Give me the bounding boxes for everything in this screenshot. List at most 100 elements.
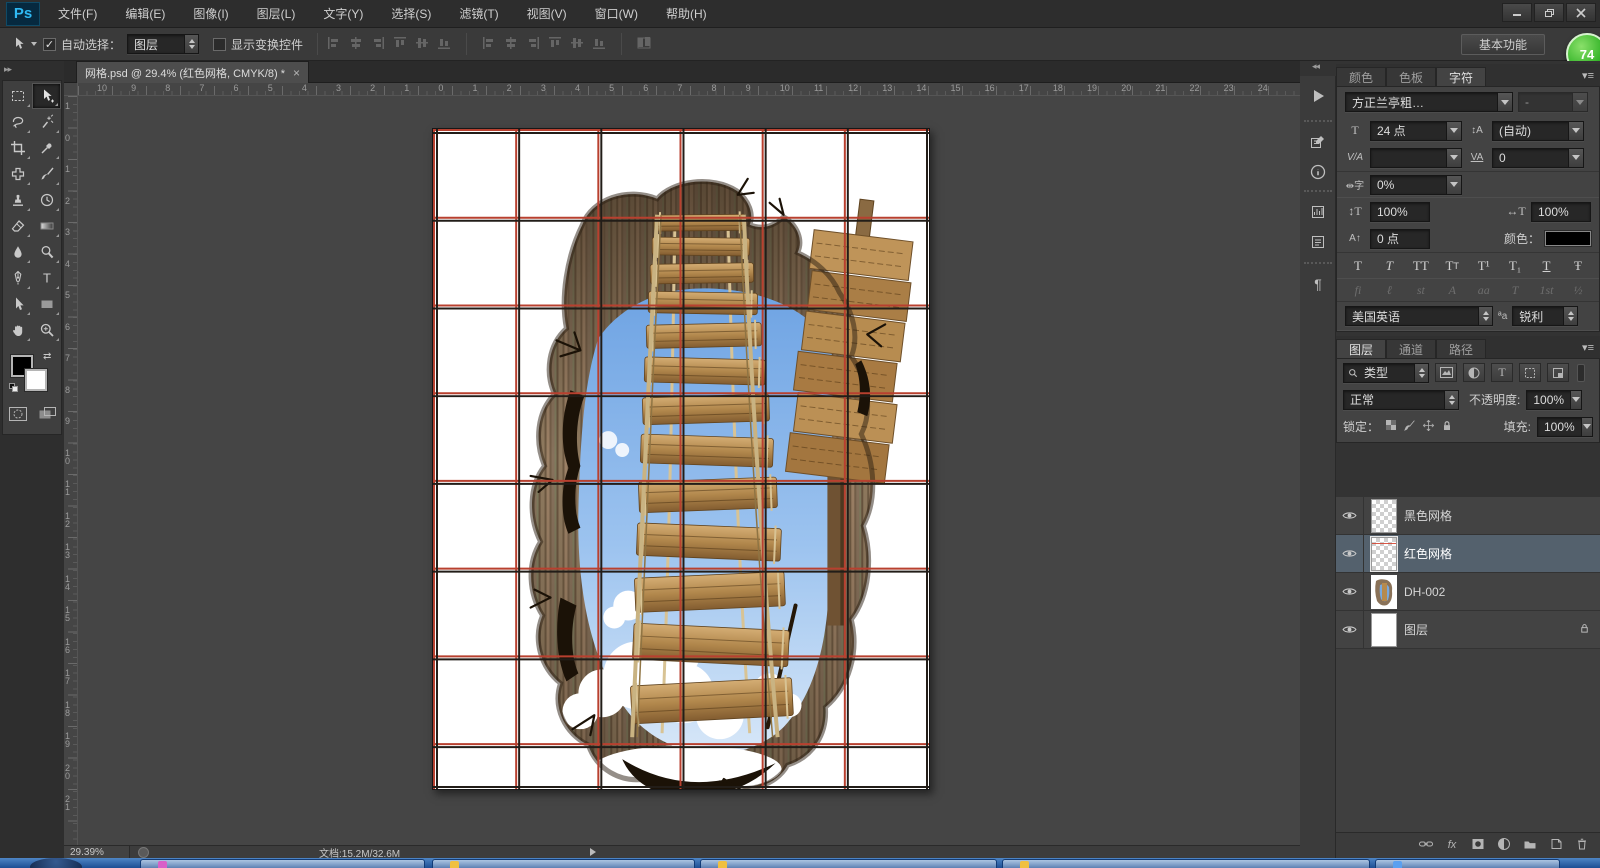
layer-row-DH-002[interactable]: DH-002 — [1336, 573, 1600, 611]
menu-item-9[interactable]: 帮助(H) — [652, 0, 721, 27]
leading-dropdown[interactable]: (自动) — [1492, 121, 1584, 141]
horizontal-scale-field[interactable]: 100% — [1531, 202, 1591, 222]
menu-item-5[interactable]: 选择(S) — [377, 0, 445, 27]
taskbar-window-button-4[interactable] — [1375, 859, 1560, 868]
type-style-button-7[interactable]: Ŧ — [1565, 256, 1591, 276]
auto-align-icon[interactable] — [636, 35, 652, 54]
anti-alias-dropdown[interactable]: 锐利 — [1512, 306, 1578, 326]
quick-mask-button[interactable] — [7, 405, 29, 426]
path-selection-tool[interactable] — [3, 291, 32, 317]
type-style-button-0[interactable]: T — [1345, 256, 1371, 276]
font-style-dropdown[interactable]: - — [1518, 92, 1588, 112]
layer-thumbnail[interactable] — [1371, 575, 1397, 609]
screen-mode-button[interactable] — [36, 405, 58, 426]
layers-panel-menu-icon[interactable]: ▾≡ — [1582, 341, 1594, 354]
hand-tool[interactable] — [3, 317, 32, 343]
magic-wand-tool[interactable] — [32, 109, 61, 135]
distribute-vertical-center-icon[interactable] — [503, 35, 519, 54]
layer-style-icon[interactable]: fx — [1444, 836, 1460, 855]
delete-layer-icon[interactable] — [1574, 836, 1590, 855]
menu-item-4[interactable]: 文字(Y) — [309, 0, 377, 27]
font-size-dropdown[interactable]: 24 点 — [1370, 121, 1462, 141]
taskbar-window-button-3[interactable] — [1002, 859, 1370, 868]
text-color-swatch[interactable] — [1545, 231, 1591, 246]
rectangular-marquee-tool[interactable] — [3, 83, 32, 109]
filter-adjustment-layers-icon[interactable] — [1463, 363, 1485, 382]
vertical-scale-field[interactable]: 100% — [1370, 202, 1430, 222]
swap-colors-icon[interactable]: ⇄ — [43, 351, 51, 362]
distribute-horizontal-center-icon[interactable] — [569, 35, 585, 54]
opentype-button-6[interactable]: 1st — [1534, 281, 1560, 299]
taskbar-window-button-1[interactable] — [432, 859, 695, 868]
filter-type-layers-icon[interactable]: T — [1491, 363, 1513, 382]
zoom-level-field[interactable]: 29.39% — [64, 846, 130, 859]
opentype-button-5[interactable]: T — [1502, 281, 1528, 299]
kerning-dropdown[interactable] — [1370, 148, 1462, 168]
document-canvas[interactable] — [432, 128, 930, 790]
history-brush-tool[interactable] — [32, 187, 61, 213]
layer-thumbnail[interactable] — [1371, 537, 1397, 571]
zoom-tool[interactable] — [32, 317, 61, 343]
tab-close-icon[interactable]: × — [293, 66, 300, 80]
layer-name[interactable]: 黑色网格 — [1404, 507, 1600, 524]
adjustment-layer-icon[interactable] — [1496, 836, 1512, 855]
layer-name[interactable]: DH-002 — [1404, 585, 1600, 599]
lock-all-icon[interactable] — [1441, 419, 1453, 435]
menu-item-1[interactable]: 编辑(E) — [111, 0, 179, 27]
minimize-button[interactable] — [1502, 3, 1532, 22]
distribute-left-icon[interactable] — [547, 35, 563, 54]
gradient-tool[interactable] — [32, 213, 61, 239]
distribute-top-icon[interactable] — [481, 35, 497, 54]
auto-select-checkbox[interactable]: ✓ — [43, 38, 56, 51]
lock-position-icon[interactable] — [1422, 419, 1435, 435]
document-tab[interactable]: 网格.psd @ 29.4% (红色网格, CMYK/8) * × — [76, 61, 309, 83]
layer-visibility-toggle[interactable] — [1336, 497, 1364, 534]
pen-tool[interactable] — [3, 265, 32, 291]
lasso-tool[interactable] — [3, 109, 32, 135]
type-style-button-5[interactable]: T₁ — [1502, 256, 1528, 276]
panel-menu-icon[interactable]: ▾≡ — [1582, 69, 1594, 82]
horizontal-ruler[interactable]: 1098765432101234567891011121314151617181… — [78, 83, 1300, 96]
crop-tool[interactable] — [3, 135, 32, 161]
menu-item-2[interactable]: 图像(I) — [179, 0, 242, 27]
layer-row-图层[interactable]: 图层 — [1336, 611, 1600, 649]
language-dropdown[interactable]: 美国英语 — [1345, 306, 1493, 326]
layer-visibility-toggle[interactable] — [1336, 573, 1364, 610]
tab-color[interactable]: 颜色 — [1336, 67, 1386, 86]
opentype-button-4[interactable]: aa — [1471, 281, 1497, 299]
show-transform-checkbox[interactable]: ✓ — [213, 38, 226, 51]
type-style-button-4[interactable]: T¹ — [1471, 256, 1497, 276]
align-top-icon[interactable] — [326, 35, 342, 54]
notes-panel-icon[interactable] — [1306, 230, 1330, 254]
filter-pixel-layers-icon[interactable] — [1435, 363, 1457, 382]
add-layer-mask-icon[interactable] — [1470, 836, 1486, 855]
blur-tool[interactable] — [3, 239, 32, 265]
tab-layers[interactable]: 图层 — [1336, 339, 1386, 358]
start-button[interactable] — [30, 858, 82, 868]
layer-row-红色网格[interactable]: 红色网格 — [1336, 535, 1600, 573]
restore-button[interactable] — [1534, 3, 1564, 22]
lock-pixels-icon[interactable] — [1403, 419, 1416, 435]
menu-item-8[interactable]: 窗口(W) — [581, 0, 652, 27]
status-options-arrow-icon[interactable] — [590, 848, 596, 856]
vertical-ruler[interactable]: 10123456789101112131415161718192021 — [64, 96, 78, 845]
rectangle-tool[interactable] — [32, 291, 61, 317]
histogram-panel-icon[interactable] — [1306, 200, 1330, 224]
tab-paths[interactable]: 路径 — [1436, 339, 1486, 358]
menu-item-3[interactable]: 图层(L) — [243, 0, 310, 27]
lock-transparency-icon[interactable] — [1385, 419, 1397, 434]
new-layer-icon[interactable] — [1548, 836, 1564, 855]
dodge-tool[interactable] — [32, 239, 61, 265]
close-button[interactable] — [1566, 3, 1596, 22]
tracking-dropdown[interactable]: 0 — [1492, 148, 1584, 168]
status-badge-icon[interactable] — [138, 847, 149, 858]
align-vertical-center-icon[interactable] — [348, 35, 364, 54]
tab-swatches[interactable]: 色板 — [1386, 67, 1436, 86]
tool-presets-panel-icon[interactable] — [1306, 130, 1330, 154]
menu-item-6[interactable]: 滤镜(T) — [445, 0, 512, 27]
fill-dropdown[interactable]: 100% — [1537, 417, 1593, 437]
info-panel-icon[interactable] — [1306, 160, 1330, 184]
layer-row-黑色网格[interactable]: 黑色网格 — [1336, 497, 1600, 535]
opentype-button-7[interactable]: ½ — [1565, 281, 1591, 299]
type-style-button-6[interactable]: T — [1534, 256, 1560, 276]
